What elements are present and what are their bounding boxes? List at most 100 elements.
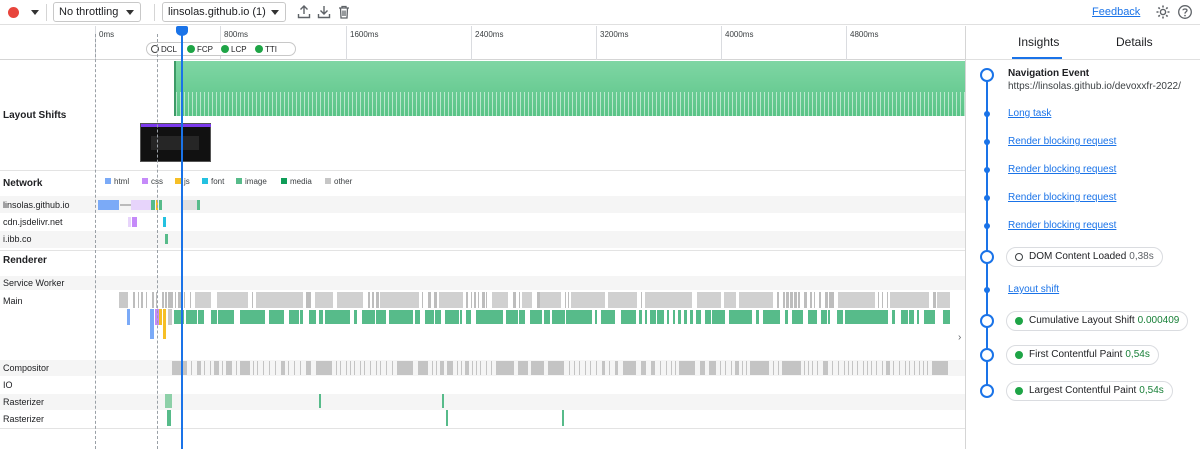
- insight-link-long-task[interactable]: Long task: [1008, 108, 1051, 119]
- gear-icon[interactable]: [1155, 4, 1171, 20]
- throttling-select[interactable]: No throttling: [53, 2, 141, 22]
- playhead-line[interactable]: [181, 26, 183, 449]
- main-thread-event: [720, 310, 725, 324]
- network-request-bar: [132, 217, 137, 227]
- main-thread-task: [783, 292, 785, 308]
- compositor-task: [909, 361, 910, 375]
- trash-icon[interactable]: [336, 4, 352, 20]
- metric-fcp[interactable]: First Contentful Paint 0,54s: [1006, 345, 1159, 365]
- feedback-link[interactable]: Feedback: [1092, 6, 1140, 18]
- compositor-task: [709, 361, 716, 375]
- compositor-task: [746, 361, 747, 375]
- tab-insights[interactable]: Insights: [1018, 35, 1059, 49]
- main-thread-task: [165, 292, 167, 308]
- navigation-node-icon: [980, 68, 994, 82]
- compositor-task: [294, 361, 295, 375]
- insight-link-render-blocking[interactable]: Render blocking request: [1008, 136, 1116, 147]
- playhead-handle[interactable]: [176, 26, 188, 36]
- compositor-task: [418, 361, 428, 375]
- compositor-task: [236, 361, 237, 375]
- main-thread-task: [882, 292, 883, 308]
- compositor-task: [823, 361, 828, 375]
- timeline-panel[interactable]: 0ms 800ms 1600ms 2400ms 3200ms 4000ms 48…: [0, 26, 965, 449]
- compositor-task: [863, 361, 864, 375]
- navigation-start-line: [95, 34, 96, 449]
- metric-value: 0.000409: [1137, 315, 1180, 326]
- main-thread-event: [211, 310, 217, 324]
- main-thread-task: [466, 292, 468, 308]
- main-thread-event: [493, 310, 499, 324]
- main-thread-event: [383, 310, 386, 324]
- network-request-bar: [120, 204, 131, 206]
- compositor-task: [857, 361, 858, 375]
- record-button[interactable]: [8, 7, 19, 18]
- lcp-node-icon: [980, 384, 994, 398]
- main-thread-task: [171, 292, 173, 308]
- main-thread-event: [499, 310, 503, 324]
- cls-node-icon: [980, 314, 994, 328]
- record-menu-chevron-down-icon[interactable]: [31, 10, 39, 15]
- main-thread-task: [190, 292, 191, 308]
- network-request-bar: [197, 200, 200, 210]
- main-thread-event: [289, 310, 299, 324]
- metric-cls[interactable]: Cumulative Layout Shift 0.000409: [1006, 311, 1189, 331]
- main-thread-task: [119, 292, 128, 308]
- help-icon[interactable]: [1177, 4, 1193, 20]
- main-thread-task: [376, 292, 379, 308]
- upload-icon[interactable]: [296, 4, 312, 20]
- main-thread-event: [901, 310, 908, 324]
- metric-lcp[interactable]: Largest Contentful Paint 0,54s: [1006, 381, 1173, 401]
- main-thread-task: [878, 292, 879, 308]
- recording-select[interactable]: linsolas.github.io (1): [162, 2, 286, 22]
- tab-details[interactable]: Details: [1116, 35, 1153, 49]
- main-thread-event: [411, 310, 413, 324]
- main-thread-event: [814, 310, 816, 324]
- metric-value: 0,54s: [1125, 349, 1150, 360]
- main-thread-task: [380, 292, 419, 308]
- insight-link-layout-shift[interactable]: Layout shift: [1008, 284, 1059, 295]
- compositor-task: [392, 361, 393, 375]
- compositor-task: [197, 361, 201, 375]
- main-thread-event: [909, 310, 914, 324]
- good-dot-icon: [1015, 351, 1023, 359]
- main-thread-event: [595, 310, 597, 324]
- compositor-task: [350, 361, 351, 375]
- download-icon[interactable]: [316, 4, 332, 20]
- flame-chart[interactable]: [0, 26, 965, 449]
- compositor-task: [609, 361, 610, 375]
- rasterizer-task: [167, 410, 171, 426]
- compositor-task: [447, 361, 453, 375]
- compositor-task: [812, 361, 813, 375]
- main-thread-event: [828, 310, 830, 324]
- chevron-right-icon[interactable]: ›: [958, 332, 961, 343]
- compositor-task: [569, 361, 570, 375]
- main-thread-event: [917, 310, 919, 324]
- compositor-task: [782, 361, 801, 375]
- main-thread-task: [439, 292, 463, 308]
- main-thread-task: [565, 292, 566, 308]
- main-thread-event: [739, 310, 747, 324]
- metric-dcl[interactable]: DOM Content Loaded 0,38s: [1006, 247, 1163, 267]
- main-thread-task: [168, 292, 171, 308]
- main-thread-task: [256, 292, 303, 308]
- insight-link-render-blocking[interactable]: Render blocking request: [1008, 220, 1116, 231]
- main-thread-event: [425, 310, 434, 324]
- compositor-task: [876, 361, 877, 375]
- main-thread-task: [152, 292, 154, 308]
- compositor-task: [380, 361, 381, 375]
- recording-select-value: linsolas.github.io (1): [168, 6, 266, 18]
- compositor-task: [226, 361, 232, 375]
- compositor-task: [191, 361, 192, 375]
- main-thread-task: [798, 292, 800, 308]
- compositor-task: [844, 361, 845, 375]
- insight-link-render-blocking[interactable]: Render blocking request: [1008, 192, 1116, 203]
- main-thread-task: [309, 292, 311, 308]
- main-thread-event: [667, 310, 669, 324]
- compositor-task: [817, 361, 818, 375]
- insights-timeline-rail: [986, 74, 988, 392]
- compositor-task: [300, 361, 301, 375]
- timeline-node-icon: [984, 167, 990, 173]
- insight-link-render-blocking[interactable]: Render blocking request: [1008, 164, 1116, 175]
- metric-value: 0,54s: [1139, 385, 1164, 396]
- main-thread-event: [756, 310, 759, 324]
